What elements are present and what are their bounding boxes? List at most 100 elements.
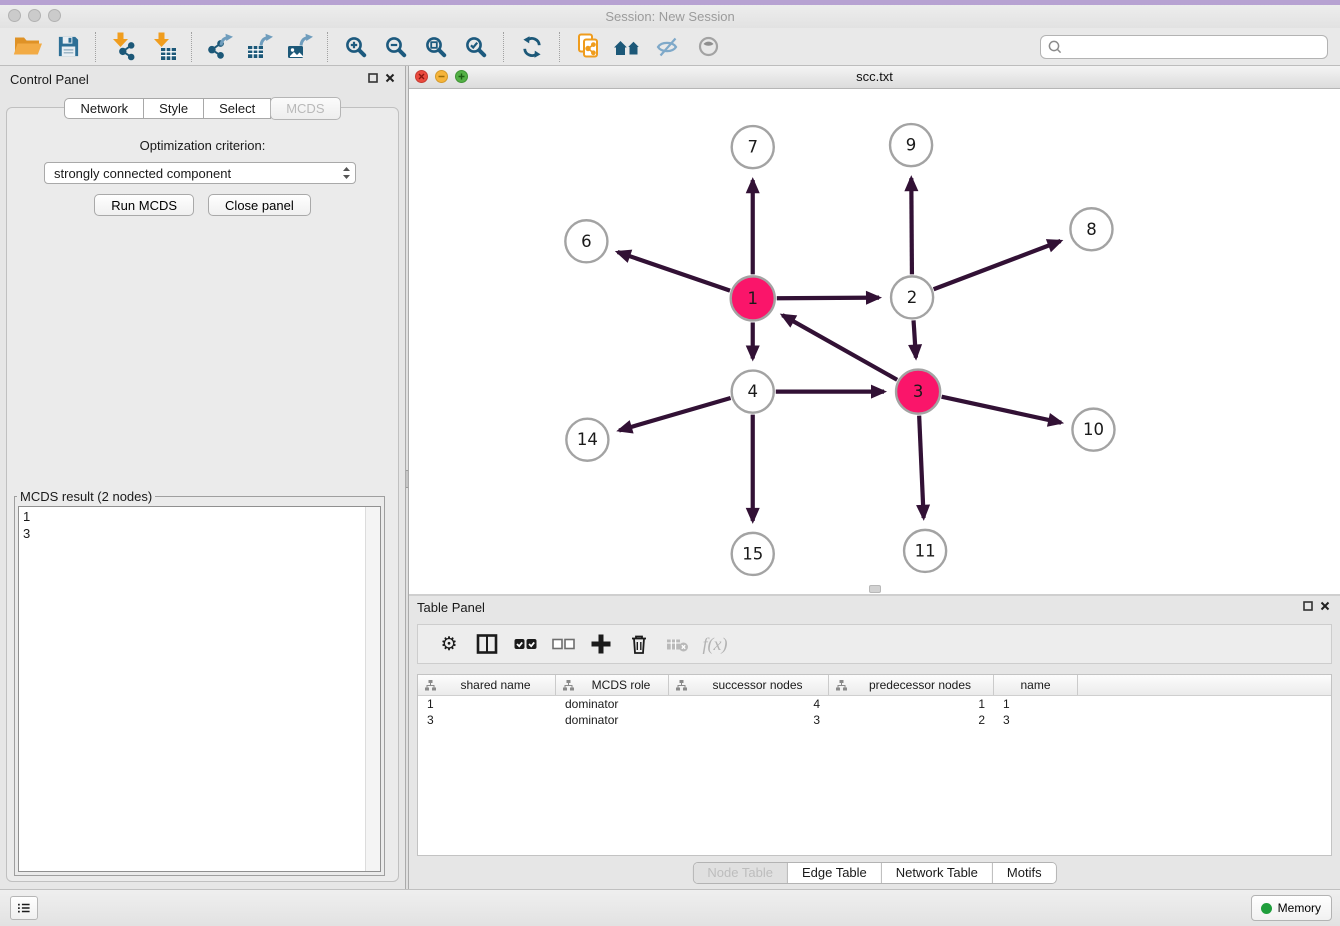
- graph-node-14[interactable]: 14: [566, 419, 608, 461]
- table-tab-network-table[interactable]: Network Table: [882, 863, 993, 883]
- toolbar-separator: [95, 32, 97, 62]
- import-table-button[interactable]: [144, 30, 184, 64]
- graph-edge-3-10[interactable]: [942, 397, 1062, 423]
- control-panel-close-icon[interactable]: [385, 73, 395, 83]
- graph-edge-4-14[interactable]: [619, 398, 730, 430]
- graph-edge-2-8[interactable]: [934, 241, 1061, 289]
- apply-function-button[interactable]: f(x): [696, 627, 734, 661]
- graph-node-4[interactable]: 4: [732, 371, 774, 413]
- column-header-predecessor-nodes[interactable]: predecessor nodes: [829, 675, 994, 695]
- criterion-select[interactable]: strongly connected component: [44, 162, 356, 184]
- add-row-button[interactable]: [582, 627, 620, 661]
- memory-status-dot: [1261, 903, 1272, 914]
- graph-node-7[interactable]: 7: [732, 126, 774, 168]
- column-header-name[interactable]: name: [994, 675, 1078, 695]
- search-box[interactable]: [1040, 35, 1328, 59]
- toolbar-separator: [503, 32, 505, 62]
- first-neighbors-button[interactable]: [608, 30, 648, 64]
- graph-edge-1-2[interactable]: [777, 298, 879, 299]
- graph-node-15[interactable]: 15: [732, 533, 774, 575]
- zoom-selected-button[interactable]: [456, 30, 496, 64]
- tab-style[interactable]: Style: [144, 98, 204, 119]
- search-input[interactable]: [1067, 38, 1321, 55]
- window-zoom-button[interactable]: [48, 9, 61, 22]
- graph-edge-1-6[interactable]: [618, 252, 730, 291]
- zoom-in-button[interactable]: [336, 30, 376, 64]
- columns-icon: [476, 633, 498, 655]
- refresh-view-button[interactable]: [512, 30, 552, 64]
- table-options-button[interactable]: ⚙: [430, 627, 468, 661]
- delete-rows-button[interactable]: [620, 627, 658, 661]
- graph-node-1[interactable]: 1: [731, 276, 775, 320]
- open-session-button[interactable]: [8, 30, 48, 64]
- export-network-button[interactable]: [200, 30, 240, 64]
- column-header-mcds-role[interactable]: MCDS role: [556, 675, 669, 695]
- export-table-button[interactable]: [240, 30, 280, 64]
- network-zoom-button[interactable]: [455, 70, 468, 83]
- graph-node-10[interactable]: 10: [1072, 409, 1114, 451]
- show-columns-button[interactable]: [468, 627, 506, 661]
- splitter-grip[interactable]: [406, 470, 408, 488]
- clone-network-view-button[interactable]: [568, 30, 608, 64]
- network-close-button[interactable]: [415, 70, 428, 83]
- graph-edge-2-3[interactable]: [914, 320, 916, 357]
- graph-node-2[interactable]: 2: [891, 276, 933, 318]
- graph-node-9[interactable]: 9: [890, 124, 932, 166]
- show-all-button[interactable]: [688, 30, 728, 64]
- table-tab-node-table[interactable]: Node Table: [693, 863, 788, 883]
- plus-icon: [590, 633, 612, 655]
- run-mcds-button[interactable]: Run MCDS: [94, 194, 194, 216]
- deselect-all-button[interactable]: [544, 627, 582, 661]
- zoom-out-button[interactable]: [376, 30, 416, 64]
- graph-node-11[interactable]: 11: [904, 530, 946, 572]
- control-panel-float-icon[interactable]: [368, 73, 378, 83]
- table-row[interactable]: 1dominator411: [418, 696, 1331, 712]
- memory-button[interactable]: Memory: [1251, 895, 1332, 921]
- graph-edge-2-9[interactable]: [911, 178, 912, 274]
- table-panel-float-icon[interactable]: [1303, 601, 1313, 611]
- network-minimize-button[interactable]: [435, 70, 448, 83]
- graph-edge-3-1[interactable]: [782, 315, 897, 380]
- column-hierarchy-icon: [836, 680, 847, 691]
- delete-columns-button[interactable]: [658, 627, 696, 661]
- control-panel-header: Control Panel: [10, 72, 397, 90]
- network-view-titlebar: scc.txt: [409, 66, 1340, 89]
- tab-network[interactable]: Network: [64, 98, 144, 119]
- close-panel-action-button[interactable]: Close panel: [208, 194, 311, 216]
- column-header-successor-nodes[interactable]: successor nodes: [669, 675, 829, 695]
- table-cell: 3: [994, 712, 1078, 728]
- graph-edge-3-11[interactable]: [919, 416, 924, 518]
- table-cell: dominator: [556, 712, 669, 728]
- mcds-result-item[interactable]: 3: [23, 525, 365, 542]
- table-row[interactable]: 3dominator323: [418, 712, 1331, 728]
- task-history-button[interactable]: [10, 896, 38, 920]
- table-tab-motifs[interactable]: Motifs: [993, 863, 1056, 883]
- graph-node-8[interactable]: 8: [1070, 208, 1112, 250]
- canvas-hscroll-thumb[interactable]: [869, 585, 881, 593]
- hide-selected-button[interactable]: [648, 30, 688, 64]
- table-panel-close-icon[interactable]: [1320, 601, 1330, 611]
- window-close-button[interactable]: [8, 9, 21, 22]
- graph-node-3[interactable]: 3: [896, 370, 940, 414]
- result-scrollbar[interactable]: [365, 507, 380, 871]
- column-hierarchy-icon: [676, 680, 687, 691]
- tab-select[interactable]: Select: [204, 98, 271, 119]
- mcds-result-listbox[interactable]: 13: [18, 506, 381, 872]
- select-all-button[interactable]: [506, 627, 544, 661]
- titlebar: Session: New Session: [0, 5, 1340, 28]
- column-header-shared-name[interactable]: shared name: [418, 675, 556, 695]
- node-table[interactable]: shared nameMCDS rolesuccessor nodesprede…: [417, 674, 1332, 856]
- zoom-fit-button[interactable]: [416, 30, 456, 64]
- export-image-button[interactable]: [280, 30, 320, 64]
- window-title: Session: New Session: [0, 5, 1340, 28]
- table-tab-edge-table[interactable]: Edge Table: [788, 863, 882, 883]
- save-session-button[interactable]: [48, 30, 88, 64]
- graph-node-6[interactable]: 6: [565, 220, 607, 262]
- export-image-icon: [286, 33, 314, 61]
- zoom-selected-icon: [464, 35, 488, 59]
- window-minimize-button[interactable]: [28, 9, 41, 22]
- import-network-button[interactable]: [104, 30, 144, 64]
- network-canvas[interactable]: 7 9 6 8 1 2 4 3 14 10 15 11: [409, 89, 1340, 594]
- tab-mcds[interactable]: MCDS: [270, 97, 340, 120]
- mcds-result-item[interactable]: 1: [23, 508, 365, 525]
